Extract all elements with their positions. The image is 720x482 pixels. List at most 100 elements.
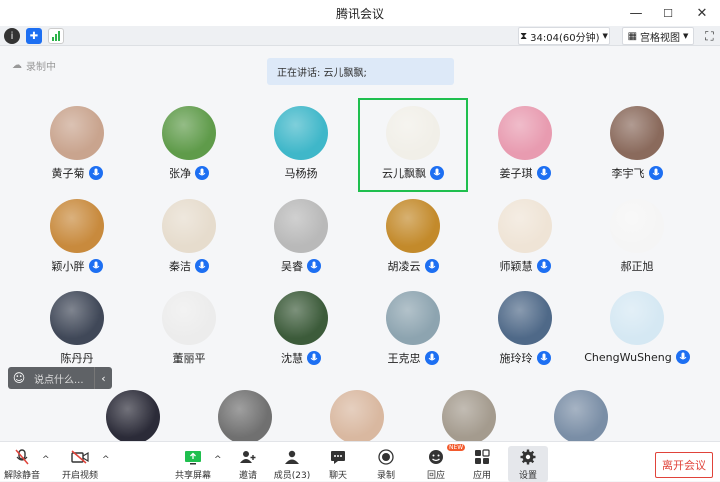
participant-tile[interactable]: ChengWuSheng [582, 283, 692, 377]
settings-label: 设置 [518, 471, 537, 481]
start-video-button[interactable]: 开启视频 [60, 448, 100, 482]
participant-tile[interactable] [302, 382, 412, 444]
participant-tile[interactable]: 秦洁 [134, 191, 244, 285]
participant-avatar [106, 390, 160, 444]
participant-tile[interactable]: 董丽平 [134, 283, 244, 377]
participant-name-row: 董丽平 [134, 350, 244, 366]
participant-avatar [274, 199, 328, 253]
participant-tile[interactable]: 沈慧 [246, 283, 356, 377]
participant-tile[interactable]: 王克忠 [358, 283, 468, 377]
share-screen-button[interactable]: 共享屏幕 [174, 448, 212, 482]
share-options-caret[interactable]: ^ [214, 455, 222, 465]
participant-tile[interactable]: 黄子菊 [22, 98, 132, 192]
audio-options-caret[interactable]: ^ [42, 455, 50, 465]
info-icon[interactable]: i [4, 28, 20, 44]
participant-tile[interactable] [78, 382, 188, 444]
participant-avatar [274, 291, 328, 345]
participant-name: 王克忠 [387, 352, 421, 365]
chat-button[interactable]: 聊天 [320, 448, 356, 482]
invite-label: 邀请 [238, 471, 257, 481]
participant-name-row: 沈慧 [246, 350, 356, 366]
chat-quick-input[interactable]: ☺ 说点什么... ‹ [8, 367, 112, 389]
video-options-caret[interactable]: ^ [102, 455, 110, 465]
participant-avatar [498, 199, 552, 253]
participant-tile[interactable]: 吴睿 [246, 191, 356, 285]
microphone-icon [88, 166, 103, 180]
participant-name: 黄子菊 [51, 167, 85, 180]
timer-text: 34:04(60分钟) [530, 32, 600, 44]
apps-button[interactable]: 应用 [464, 448, 500, 482]
microphone-icon [307, 259, 321, 273]
cloud-icon: ☁ [12, 60, 22, 71]
participant-name-row: 黄子菊 [22, 165, 132, 181]
record-label: 录制 [376, 471, 395, 481]
participant-tile[interactable]: 马杨扬 [246, 98, 356, 192]
participant-tile[interactable] [190, 382, 300, 444]
participant-tile[interactable]: 张净 [134, 98, 244, 192]
record-button[interactable]: 录制 [368, 448, 404, 482]
close-icon: ✕ [696, 5, 708, 21]
participant-name-row: ChengWuSheng [582, 350, 692, 364]
new-badge: NEW [447, 444, 466, 451]
participant-name: ChengWuSheng [584, 350, 672, 364]
meeting-timer[interactable]: ⧗ 34:04(60分钟) ▼ [518, 27, 610, 45]
participant-tile[interactable]: 云儿飘飘 [358, 98, 468, 192]
chat-icon [329, 448, 347, 466]
members-button[interactable]: 成员(23) [272, 448, 312, 482]
participant-avatar [218, 390, 272, 444]
unmute-button[interactable]: 解除静音 [4, 448, 40, 482]
camera-off-icon [71, 448, 89, 466]
microphone-icon [430, 166, 444, 180]
fullscreen-button[interactable]: ⛶ [702, 28, 717, 44]
participant-avatar [554, 390, 608, 444]
participant-name: 马杨扬 [284, 167, 318, 180]
participant-tile[interactable]: 师颖慧 [470, 191, 580, 285]
participant-avatar [386, 199, 440, 253]
settings-button[interactable]: 设置 [508, 446, 548, 482]
reaction-button[interactable]: NEW 回应 [418, 444, 466, 482]
participant-tile[interactable]: 施玲玲 [470, 283, 580, 377]
unmute-label: 解除静音 [4, 471, 41, 481]
participant-name-row: 吴睿 [246, 258, 356, 274]
close-button[interactable]: ✕ [686, 0, 718, 26]
participant-avatar [50, 106, 104, 160]
chevron-left-icon: ‹ [101, 371, 106, 385]
signal-icon[interactable] [48, 28, 64, 44]
invite-button[interactable]: 邀请 [230, 448, 266, 482]
participant-tile[interactable]: 姜子琪 [470, 98, 580, 192]
participant-name-row: 郝正旭 [582, 258, 692, 274]
participant-avatar [610, 291, 664, 345]
participant-tile[interactable]: 胡凌云 [358, 191, 468, 285]
collapse-chat-button[interactable]: ‹ [94, 367, 112, 389]
participant-tile[interactable] [414, 382, 524, 444]
participant-name: 云儿飘飘 [382, 167, 426, 180]
leave-meeting-button[interactable]: 离开会议 [655, 452, 713, 478]
participant-name: 胡凌云 [387, 260, 421, 273]
start-video-label: 开启视频 [61, 471, 98, 481]
minimize-icon: — [629, 5, 643, 21]
microphone-icon [648, 166, 663, 180]
participant-name-row: 张净 [134, 165, 244, 181]
minimize-button[interactable]: — [620, 0, 652, 26]
participant-name-row: 马杨扬 [246, 165, 356, 181]
security-shield-icon[interactable]: ✚ [26, 28, 42, 44]
chat-label: 聊天 [328, 471, 347, 481]
apps-label: 应用 [472, 471, 491, 481]
members-label: 成员(23) [273, 471, 311, 481]
participant-avatar [386, 291, 440, 345]
window-title: 腾讯会议 [335, 6, 384, 21]
view-mode-button[interactable]: ▦ 宫格视图 ▼ [622, 27, 694, 45]
emoji-icon[interactable]: ☺ [8, 367, 30, 389]
apps-icon [473, 448, 491, 466]
maximize-button[interactable]: ☐ [652, 0, 684, 26]
bottom-control-bar: 解除静音 ^ 开启视频 ^ 共享屏幕 ^ 邀请 成员(23) 聊天 录制 NEW… [0, 441, 720, 482]
participant-tile[interactable]: 陈丹丹 [22, 283, 132, 377]
recording-indicator: ☁ 录制中 [12, 58, 56, 73]
participant-tile[interactable] [526, 382, 636, 444]
participant-tile[interactable]: 李宇飞 [582, 98, 692, 192]
participant-name: 吴睿 [281, 260, 303, 273]
participant-tile[interactable]: 郝正旭 [582, 191, 692, 285]
participant-tile[interactable]: 颖小胖 [22, 191, 132, 285]
reaction-icon: NEW [427, 444, 466, 466]
microphone-icon [195, 166, 209, 180]
